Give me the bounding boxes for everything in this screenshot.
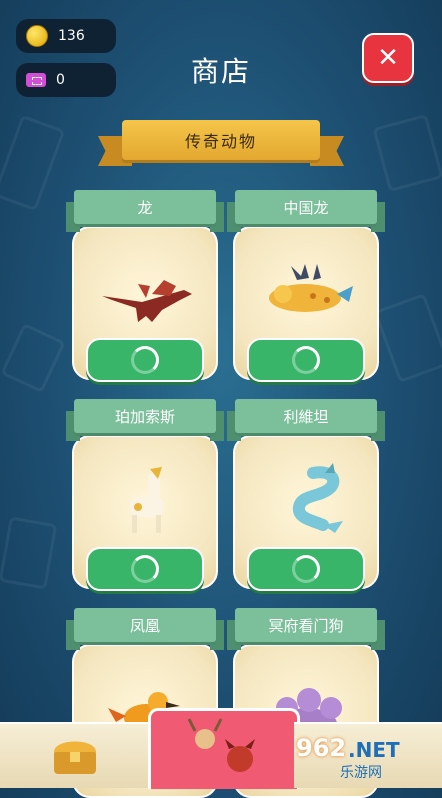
card-label: 利維坦 — [227, 399, 385, 441]
buy-button[interactable] — [247, 338, 365, 382]
spinner-icon — [131, 346, 159, 374]
pegasus-image — [130, 467, 164, 533]
buy-button[interactable] — [86, 547, 204, 591]
spinner-icon — [292, 346, 320, 374]
card-name: 珀加索斯 — [74, 399, 216, 433]
spinner-icon — [292, 555, 320, 583]
watermark-sub: 乐游网 — [340, 765, 382, 781]
dragon-head-icon — [225, 739, 255, 772]
buy-button[interactable] — [86, 338, 204, 382]
tab-animals[interactable] — [148, 708, 300, 789]
bg-decoration — [0, 114, 66, 212]
close-icon: ✕ — [377, 43, 399, 73]
watermark-brand: 962 — [296, 734, 347, 762]
close-button[interactable]: ✕ — [362, 33, 414, 83]
buy-button[interactable] — [247, 547, 365, 591]
card-name: 龙 — [74, 190, 216, 224]
card-label: 珀加索斯 — [66, 399, 224, 441]
dragon-image — [102, 280, 192, 322]
card-name: 冥府看门狗 — [235, 608, 377, 642]
bg-decoration — [0, 322, 66, 394]
section-banner: 传奇动物 — [98, 120, 344, 166]
watermark-suffix: .NET — [348, 738, 400, 762]
card-label: 凤凰 — [66, 608, 224, 650]
card-label: 龙 — [66, 190, 224, 232]
leviathan-image — [292, 463, 343, 533]
site-watermark: 962 .NET 乐游网 — [296, 734, 436, 781]
section-title: 传奇动物 — [122, 120, 320, 160]
bg-decoration — [0, 516, 58, 590]
bg-decoration — [372, 113, 442, 193]
bg-decoration — [373, 293, 442, 383]
card-name: 利維坦 — [235, 399, 377, 433]
treasure-chest-icon — [54, 741, 96, 774]
card-label: 冥府看门狗 — [227, 608, 385, 650]
coin-count: 136 — [58, 28, 85, 44]
coin-icon — [26, 25, 48, 47]
spinner-icon — [131, 555, 159, 583]
chinese-dragon-image — [269, 264, 353, 312]
card-label: 中国龙 — [227, 190, 385, 232]
coin-counter: 136 — [16, 19, 116, 53]
tab-treasure[interactable] — [0, 722, 150, 788]
card-name: 凤凰 — [74, 608, 216, 642]
card-name: 中国龙 — [235, 190, 377, 224]
